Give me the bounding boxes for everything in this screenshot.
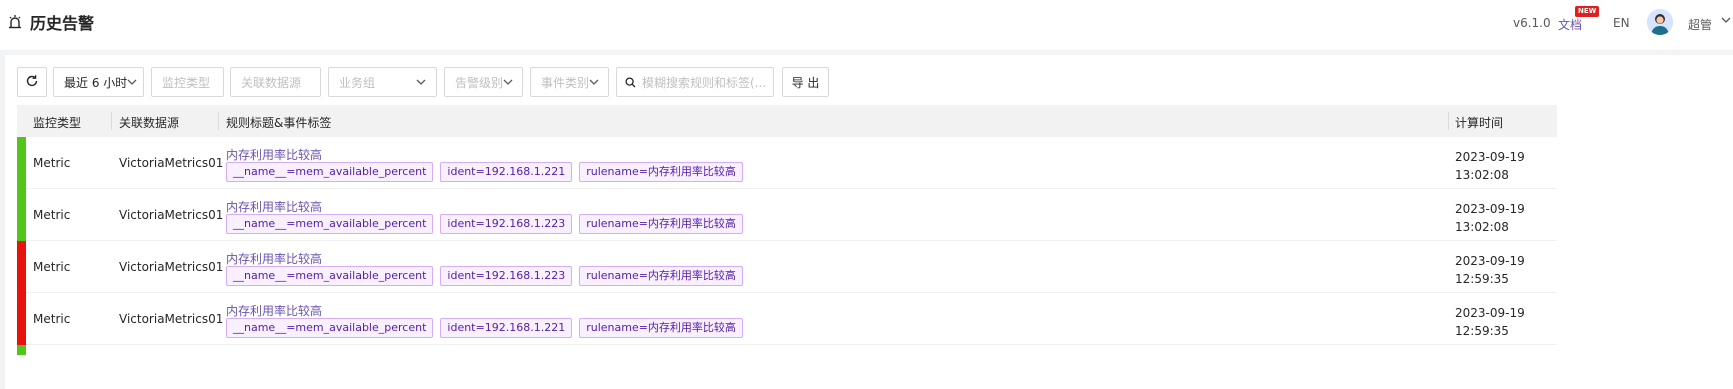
monitor-type-placeholder: 监控类型 (162, 75, 211, 90)
datasource-cell: VictoriaMetrics01 (119, 260, 224, 274)
new-badge: NEW (1575, 6, 1600, 17)
event-tags: __name__=mem_available_percent ident=192… (226, 318, 743, 338)
calc-time-cell: 2023-09-19 13:02:08 (1455, 200, 1525, 236)
event-type-select[interactable]: 事件类别 (530, 67, 609, 97)
table-row[interactable]: Metric VictoriaMetrics01 内存利用率比较高 __name… (17, 241, 1557, 293)
datasource-placeholder: 关联数据源 (241, 75, 302, 90)
severity-bar (17, 137, 26, 189)
chevron-down-icon[interactable] (1721, 14, 1731, 27)
monitor-type-cell: Metric (33, 312, 71, 326)
calc-clock: 13:02:08 (1455, 168, 1509, 182)
export-button[interactable]: 导 出 (782, 67, 829, 97)
table-row[interactable]: Metric VictoriaMetrics01 内存利用率比较高 __name… (17, 293, 1557, 345)
docs-link[interactable]: 文档 (1558, 16, 1582, 33)
table-header: 监控类型 关联数据源 规则标题&事件标签 计算时间 (17, 105, 1557, 137)
severity-bar (17, 293, 26, 345)
table-row[interactable] (17, 345, 1557, 355)
event-tag[interactable]: ident=192.168.1.223 (440, 214, 573, 234)
user-name[interactable]: 超管 (1688, 16, 1712, 33)
refresh-button[interactable] (17, 67, 47, 97)
search-input[interactable]: 模糊搜索规则和标签(... (616, 67, 774, 97)
event-tag[interactable]: ident=192.168.1.221 (440, 162, 573, 182)
severity-placeholder: 告警级别 (455, 75, 504, 90)
refresh-icon (25, 74, 39, 91)
avatar[interactable] (1647, 9, 1673, 35)
datasource-cell: VictoriaMetrics01 (119, 312, 224, 326)
event-type-placeholder: 事件类别 (541, 75, 590, 90)
calc-date: 2023-09-19 (1455, 306, 1525, 320)
chevron-down-icon (416, 76, 426, 89)
calc-time-cell: 2023-09-19 13:02:08 (1455, 148, 1525, 184)
event-tag[interactable]: rulename=内存利用率比较高 (579, 214, 743, 234)
export-button-label: 导 出 (791, 75, 820, 90)
calc-time-cell: 2023-09-19 12:59:35 (1455, 304, 1525, 340)
calc-clock: 12:59:35 (1455, 272, 1509, 286)
column-header-datasource: 关联数据源 (119, 116, 180, 130)
datasource-cell: VictoriaMetrics01 (119, 208, 224, 222)
event-tags: __name__=mem_available_percent ident=192… (226, 266, 743, 286)
search-placeholder: 模糊搜索规则和标签(... (642, 75, 765, 90)
time-range-select[interactable]: 最近 6 小时 (53, 67, 144, 97)
event-tag[interactable]: __name__=mem_available_percent (226, 214, 434, 234)
severity-bar (17, 241, 26, 293)
alarm-bell-icon (8, 14, 22, 30)
event-tag[interactable]: rulename=内存利用率比较高 (579, 318, 743, 338)
column-header-rule: 规则标题&事件标签 (226, 116, 332, 130)
calc-date: 2023-09-19 (1455, 254, 1525, 268)
business-group-placeholder: 业务组 (339, 75, 376, 90)
business-group-select[interactable]: 业务组 (328, 67, 437, 97)
calc-time-cell: 2023-09-19 12:59:35 (1455, 252, 1525, 288)
severity-bar (17, 189, 26, 241)
event-tag[interactable]: ident=192.168.1.221 (440, 318, 573, 338)
language-switch[interactable]: EN (1613, 16, 1630, 30)
chevron-down-icon (589, 76, 599, 89)
top-bar: 历史告警 v6.1.0 文档 NEW EN 超管 (0, 0, 1733, 50)
rule-title-link[interactable]: 内存利用率比较高 (226, 146, 322, 163)
calc-clock: 13:02:08 (1455, 220, 1509, 234)
datasource-select[interactable]: 关联数据源 (230, 67, 321, 97)
event-tags: __name__=mem_available_percent ident=192… (226, 162, 743, 182)
column-divider (111, 112, 112, 130)
chevron-down-icon (127, 76, 137, 89)
calc-date: 2023-09-19 (1455, 202, 1525, 216)
severity-select[interactable]: 告警级别 (444, 67, 523, 97)
chevron-down-icon (503, 76, 513, 89)
monitor-type-cell: Metric (33, 260, 71, 274)
datasource-cell: VictoriaMetrics01 (119, 156, 224, 170)
search-icon (625, 76, 636, 88)
rule-title-link[interactable]: 内存利用率比较高 (226, 198, 322, 215)
event-tag[interactable]: __name__=mem_available_percent (226, 266, 434, 286)
calc-clock: 12:59:35 (1455, 324, 1509, 338)
event-tag[interactable]: rulename=内存利用率比较高 (579, 162, 743, 182)
version-label: v6.1.0 (1513, 16, 1551, 30)
page-title-text: 历史告警 (30, 14, 95, 33)
rule-title-link[interactable]: 内存利用率比较高 (226, 250, 322, 267)
table-row[interactable]: Metric VictoriaMetrics01 内存利用率比较高 __name… (17, 189, 1557, 241)
time-range-value: 最近 6 小时 (64, 75, 128, 90)
monitor-type-cell: Metric (33, 208, 71, 222)
table-row[interactable]: Metric VictoriaMetrics01 内存利用率比较高 __name… (17, 137, 1557, 189)
severity-bar (17, 345, 26, 355)
column-divider (218, 112, 219, 130)
monitor-type-select[interactable]: 监控类型 (151, 67, 224, 97)
column-header-type: 监控类型 (33, 116, 82, 130)
event-tag[interactable]: ident=192.168.1.223 (440, 266, 573, 286)
event-tags: __name__=mem_available_percent ident=192… (226, 214, 743, 234)
event-tag[interactable]: __name__=mem_available_percent (226, 318, 434, 338)
event-tag[interactable]: rulename=内存利用率比较高 (579, 266, 743, 286)
calc-date: 2023-09-19 (1455, 150, 1525, 164)
rule-title-link[interactable]: 内存利用率比较高 (226, 302, 322, 319)
page-title: 历史告警 (8, 10, 94, 34)
column-divider (1448, 112, 1449, 130)
monitor-type-cell: Metric (33, 156, 71, 170)
content-panel: 最近 6 小时 监控类型 关联数据源 业务组 告警级别 事件类别 模糊搜索规则和… (5, 55, 1733, 389)
event-tag[interactable]: __name__=mem_available_percent (226, 162, 434, 182)
column-header-time: 计算时间 (1455, 116, 1504, 130)
